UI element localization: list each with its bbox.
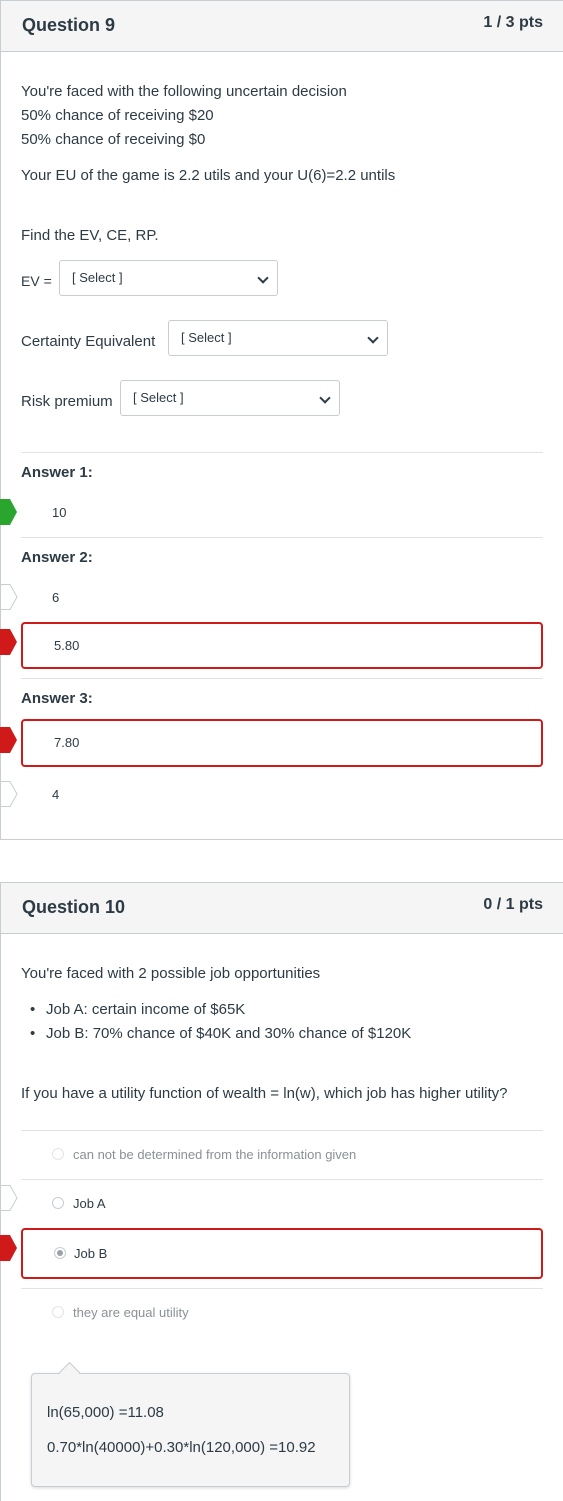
q9-intro-line-1: You're faced with the following uncertai… [21,83,347,100]
wrong-answer-box: Job B [21,1228,543,1279]
correct-answer-arrow-icon [0,781,18,807]
ev-label: EV = [21,273,52,289]
ev-select[interactable]: [ Select ] [59,260,278,296]
answer-feedback-comment: ln(65,000) =11.08 0.70*ln(40000)+0.30*ln… [31,1361,350,1487]
q10-bullet-1: Job A: certain income of $65K [46,1001,246,1018]
q10-intro: You're faced with 2 possible job opportu… [21,965,321,982]
q9-intro-line-3: 50% chance of receiving $0 [21,131,206,148]
divider [21,537,543,538]
chevron-down-icon [367,332,379,344]
rp-select-value: [ Select ] [133,390,184,405]
answer-2-correct-value: 6 [52,590,60,605]
wrong-answer-arrow-icon [0,1235,17,1261]
correct-answer-arrow-icon [0,1185,18,1211]
wrong-answer-arrow-icon [0,629,17,655]
wrong-answer-arrow-icon [0,727,17,753]
answer-2-label: Answer 2: [21,549,93,566]
answer-3-given-value: 7.80 [54,735,80,750]
divider [21,1179,543,1180]
radio-option-4[interactable] [52,1306,64,1318]
divider [21,1288,543,1289]
ev-select-value: [ Select ] [72,270,123,285]
divider [21,678,543,679]
q9-find-line: Find the EV, CE, RP. [21,227,159,244]
feedback-line-1: ln(65,000) =11.08 [47,1404,164,1421]
answer-1-label: Answer 1: [21,464,93,481]
answer-2-given-value: 5.80 [54,638,80,653]
question-header: Question 10 0 / 1 pts [1,883,563,934]
q9-intro-line-2: 50% chance of receiving $20 [21,107,214,124]
bullet-dot: • [30,1025,36,1042]
question-9: Question 9 1 / 3 pts [0,0,563,840]
wrong-answer-box: 7.80 [21,719,543,767]
ce-label: Certainty Equivalent [21,333,156,350]
option-3-label: Job B [74,1246,108,1261]
radio-option-3-selected[interactable] [54,1247,66,1259]
q10-question: If you have a utility function of wealth… [21,1085,508,1102]
question-points: 0 / 1 pts [483,896,543,913]
question-points: 1 / 3 pts [483,14,543,31]
feedback-line-2: 0.70*ln(40000)+0.30*ln(120,000) =10.92 [47,1439,316,1456]
question-title: Question 10 [22,897,126,917]
answer-3-label: Answer 3: [21,690,93,707]
bullet-dot: • [30,1001,36,1018]
answer-3-correct-value: 4 [52,787,60,802]
rp-label: Risk premium [21,393,113,410]
q9-eu-line: Your EU of the game is 2.2 utils and you… [21,167,396,184]
chevron-down-icon [319,392,331,404]
option-1-label: can not be determined from the informati… [73,1147,357,1162]
correct-answer-arrow-icon [0,499,17,525]
q10-bullet-2: Job B: 70% chance of $40K and 30% chance… [46,1025,412,1042]
radio-option-1[interactable] [52,1148,64,1160]
rp-select[interactable]: [ Select ] [120,380,340,416]
radio-option-2[interactable] [52,1197,64,1209]
ce-select[interactable]: [ Select ] [168,320,388,356]
divider [21,452,543,453]
correct-answer-arrow-icon [0,584,18,610]
question-header: Question 9 1 / 3 pts [1,1,563,52]
divider [21,1130,543,1131]
ce-select-value: [ Select ] [181,330,232,345]
question-title: Question 9 [22,15,116,35]
chevron-down-icon [257,272,269,284]
answer-1-value: 10 [52,505,67,520]
option-4-label: they are equal utility [73,1305,189,1320]
wrong-answer-box: 5.80 [21,622,543,669]
option-2-label: Job A [73,1196,106,1211]
